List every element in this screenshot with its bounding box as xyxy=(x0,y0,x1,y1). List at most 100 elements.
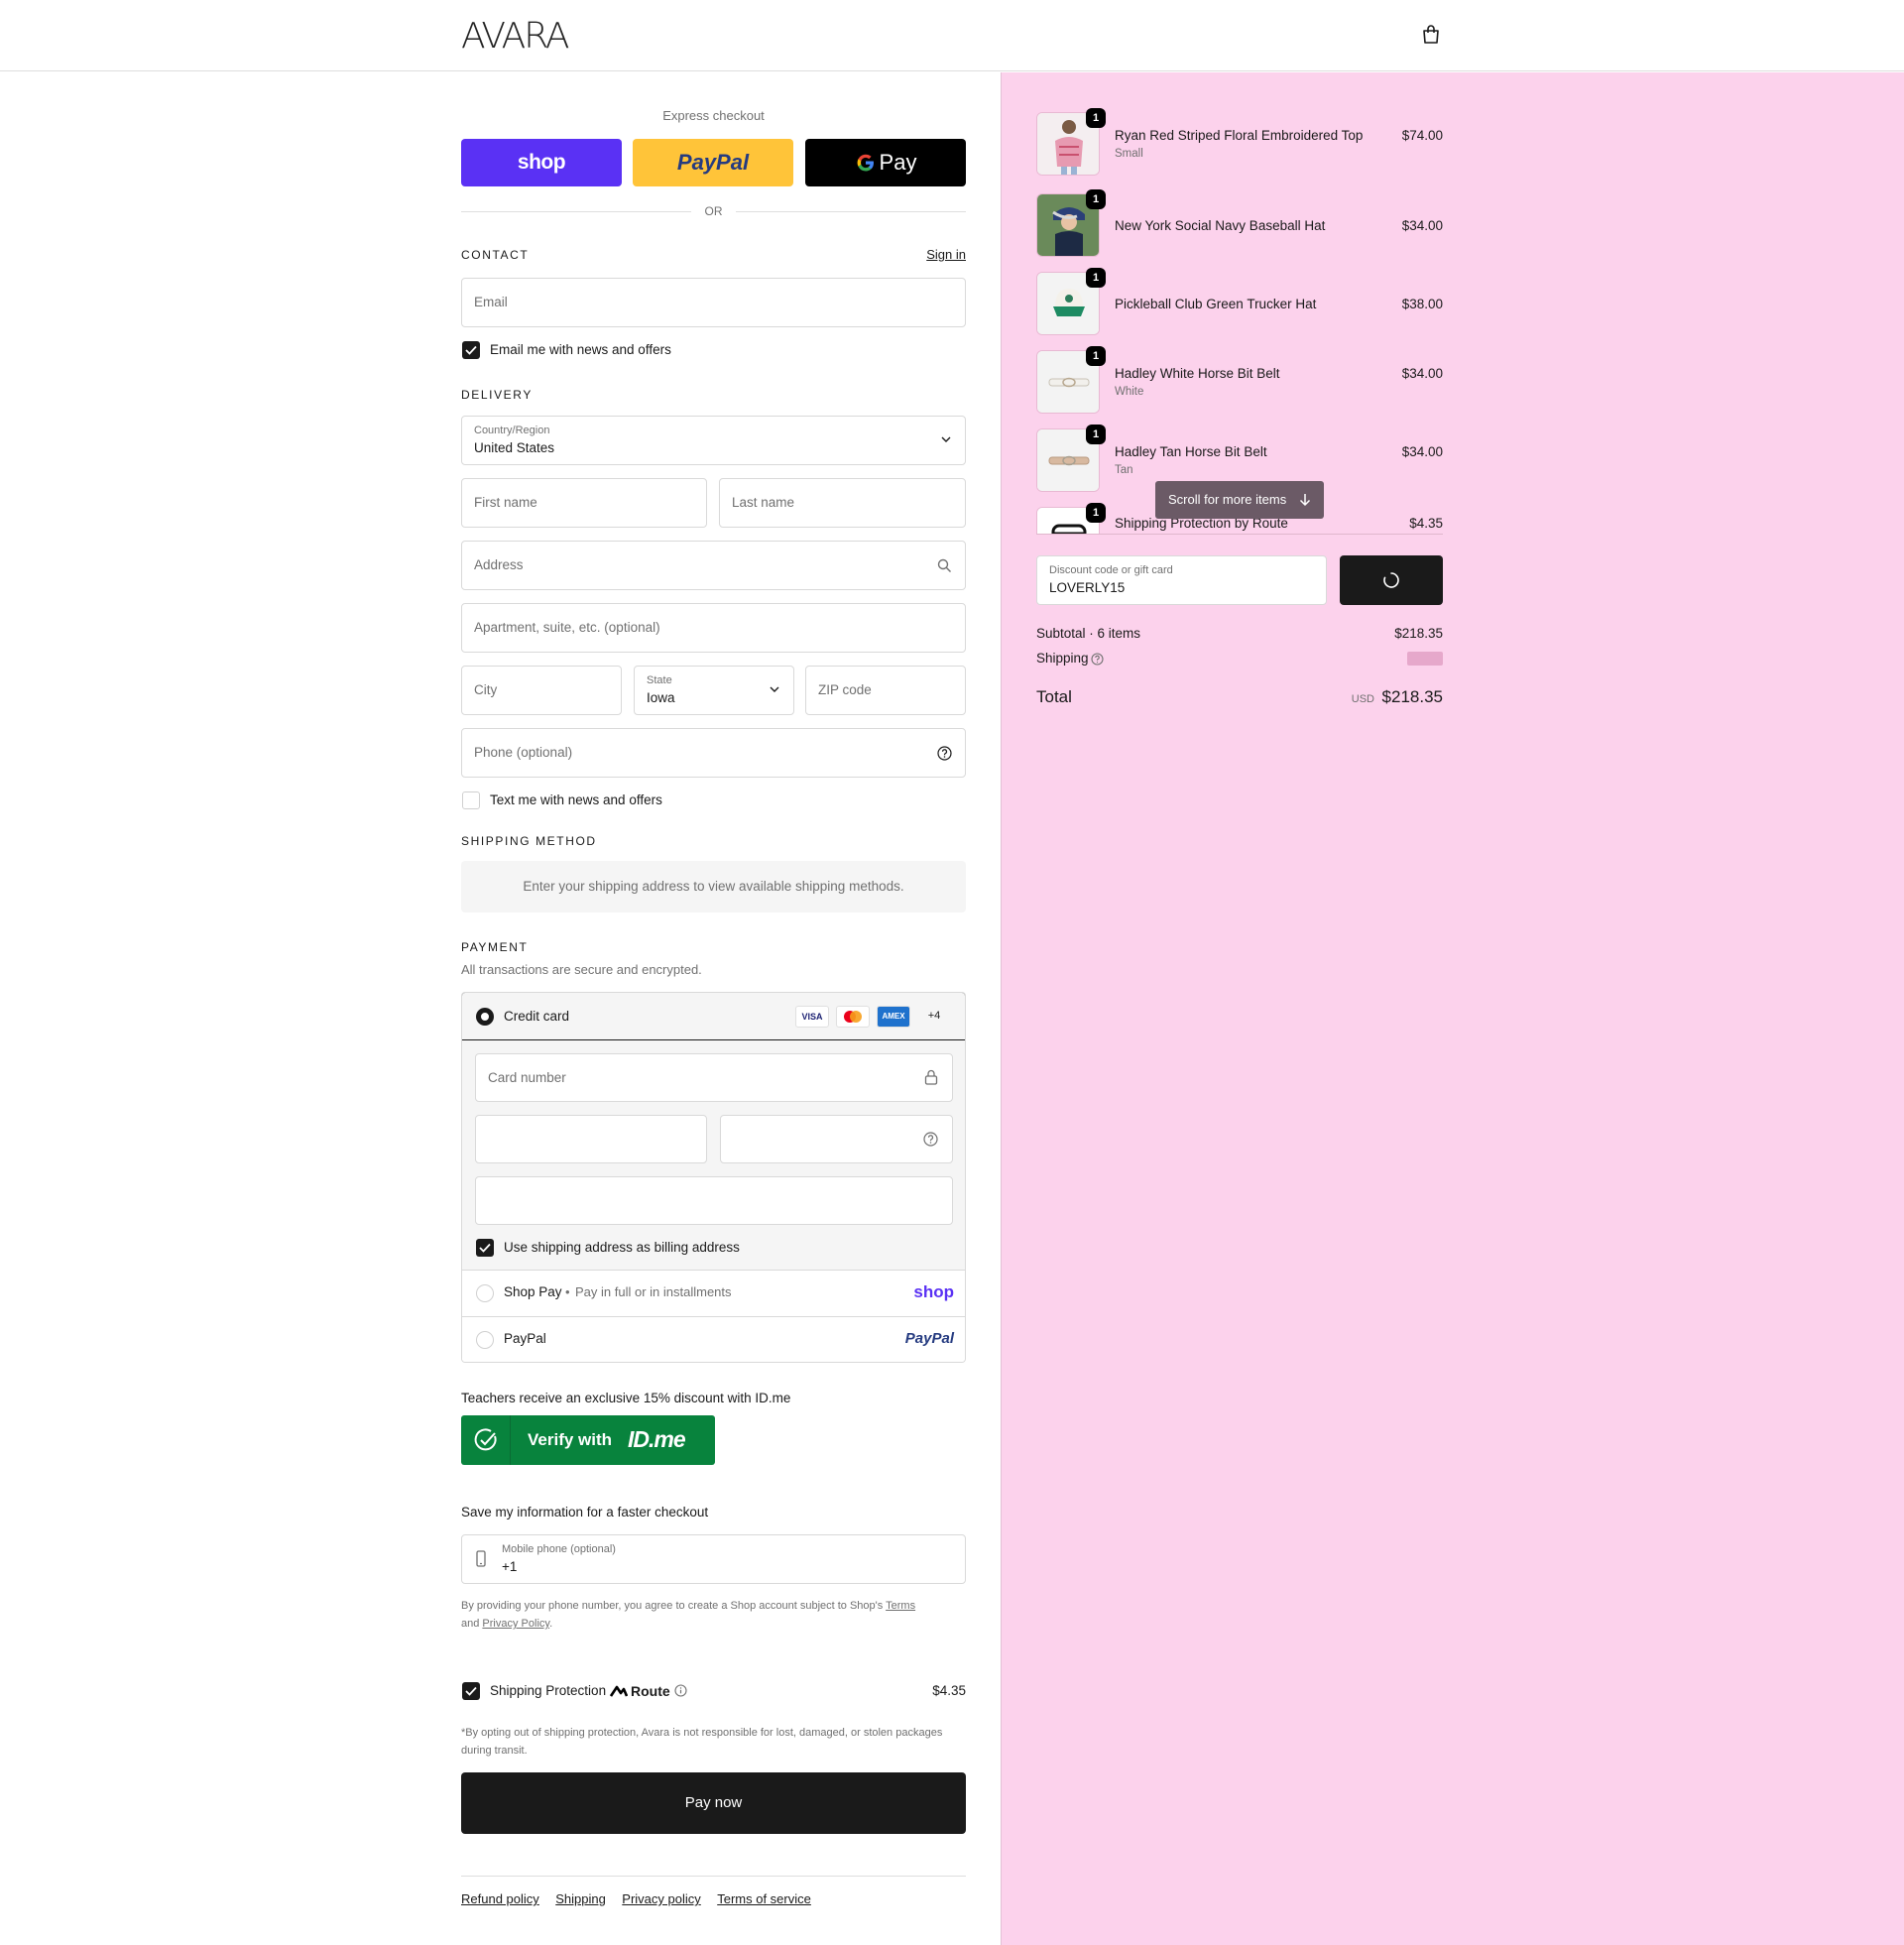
shop-pay-express-button[interactable]: shop xyxy=(461,139,622,186)
item-variant: Tan xyxy=(1115,464,1133,476)
discount-value: LOVERLY15 xyxy=(1049,580,1126,595)
expiration-date-field[interactable] xyxy=(475,1115,707,1163)
credit-card-label: Credit card xyxy=(504,1009,570,1024)
refund-policy-link[interactable]: Refund policy xyxy=(461,1891,539,1906)
credit-card-option[interactable]: Credit card VISA AMEX +4 xyxy=(462,993,965,1040)
route-brand: Route xyxy=(631,1683,670,1699)
item-name: Hadley White Horse Bit Belt xyxy=(1115,366,1280,381)
paypal-option[interactable]: PayPal PayPal xyxy=(462,1316,965,1362)
discount-code-field[interactable]: Discount code or gift card LOVERLY15 xyxy=(1036,555,1327,605)
terms-link[interactable]: Terms xyxy=(886,1600,915,1612)
scroll-for-more-button[interactable]: Scroll for more items xyxy=(1155,481,1324,519)
verify-with-label: Verify with xyxy=(528,1430,613,1449)
shipping-protection-note: *By opting out of shipping protection, A… xyxy=(461,1727,943,1757)
sign-in-link[interactable]: Sign in xyxy=(926,247,966,262)
paypal-express-button[interactable]: PayPal xyxy=(633,139,793,186)
paypal-label: PayPal xyxy=(504,1331,546,1346)
country-select[interactable]: Country/Region United States xyxy=(461,416,966,465)
mobile-phone-label: Mobile phone (optional) xyxy=(502,1543,616,1555)
scroll-label: Scroll for more items xyxy=(1168,492,1287,507)
delivery-heading: Delivery xyxy=(461,388,533,402)
shop-pay-label: Shop Pay xyxy=(504,1284,562,1299)
help-circle-icon[interactable] xyxy=(923,1132,938,1147)
apartment-field[interactable]: Apartment, suite, etc. (optional) xyxy=(461,603,966,653)
shipping-link[interactable]: Shipping xyxy=(555,1891,606,1906)
list-item: 1 New York Social Navy Baseball Hat $34.… xyxy=(1036,189,1443,263)
quantity-badge: 1 xyxy=(1086,189,1106,209)
shop-pay-option[interactable]: Shop Pay • Pay in full or in installment… xyxy=(462,1270,965,1316)
shipping-loading-placeholder xyxy=(1407,652,1443,666)
first-name-field[interactable]: First name xyxy=(461,478,707,528)
shipping-protection-label: Shipping Protection xyxy=(490,1683,607,1698)
payment-methods: Credit card VISA AMEX +4 Card number Use… xyxy=(461,992,966,1363)
pay-now-button[interactable]: Pay now xyxy=(461,1772,966,1834)
total-label: Total xyxy=(1036,687,1072,706)
contact-heading: Contact xyxy=(461,248,530,262)
google-g-icon xyxy=(857,154,874,172)
verify-idme-button[interactable]: Verify with ID.me xyxy=(461,1415,715,1465)
list-item: 1 Pickleball Club Green Trucker Hat $38.… xyxy=(1036,268,1443,341)
payment-subtitle: All transactions are secure and encrypte… xyxy=(461,962,702,977)
payment-heading: Payment xyxy=(461,940,529,954)
country-value: United States xyxy=(474,440,555,455)
card-number-field[interactable]: Card number xyxy=(475,1053,953,1102)
or-divider: OR xyxy=(461,203,966,219)
paypal-radio[interactable] xyxy=(476,1331,494,1349)
quantity-badge: 1 xyxy=(1086,346,1106,366)
legal-prefix: By providing your phone number, you agre… xyxy=(461,1600,884,1612)
privacy-policy-footer-link[interactable]: Privacy policy xyxy=(622,1891,700,1906)
google-pay-label: Pay xyxy=(879,150,917,175)
google-pay-button[interactable]: Pay xyxy=(805,139,966,186)
footer-links: Refund policy Shipping Privacy policy Te… xyxy=(461,1876,966,1908)
arrow-down-icon xyxy=(1299,494,1311,507)
phone-field[interactable]: Phone (optional) xyxy=(461,728,966,778)
dot-separator: • xyxy=(565,1284,570,1299)
city-placeholder: City xyxy=(474,682,498,697)
email-news-checkbox[interactable] xyxy=(462,341,480,359)
shipping-protection-checkbox[interactable] xyxy=(462,1682,480,1700)
brand-logo[interactable]: AVARA xyxy=(461,16,569,57)
apply-discount-button[interactable] xyxy=(1340,555,1443,605)
terms-of-service-link[interactable]: Terms of service xyxy=(717,1891,811,1906)
address-placeholder: Address xyxy=(474,557,524,572)
search-icon xyxy=(937,558,951,572)
idme-check-area xyxy=(461,1415,511,1465)
chevron-down-icon xyxy=(941,436,951,442)
last-name-placeholder: Last name xyxy=(732,495,795,510)
billing-address-checkbox[interactable] xyxy=(476,1239,494,1257)
shop-pay-radio[interactable] xyxy=(476,1284,494,1302)
last-name-field[interactable]: Last name xyxy=(719,478,966,528)
privacy-policy-link[interactable]: Privacy Policy xyxy=(482,1618,549,1630)
email-placeholder: Email xyxy=(474,295,508,309)
billing-address-label: Use shipping address as billing address xyxy=(504,1240,740,1255)
info-icon[interactable] xyxy=(674,1684,687,1697)
address-field[interactable]: Address xyxy=(461,541,966,590)
zip-field[interactable]: ZIP code xyxy=(805,666,966,715)
item-price: $34.00 xyxy=(1401,366,1443,381)
item-price: $38.00 xyxy=(1401,297,1443,311)
mobile-phone-field[interactable]: Mobile phone (optional) +1 xyxy=(461,1534,966,1584)
zip-placeholder: ZIP code xyxy=(818,682,872,697)
item-variant: Small xyxy=(1115,148,1143,160)
route-logo-icon xyxy=(610,1685,628,1697)
item-price: $34.00 xyxy=(1401,444,1443,459)
item-price: $34.00 xyxy=(1401,218,1443,233)
help-circle-icon[interactable] xyxy=(937,746,952,761)
lock-icon xyxy=(924,1069,938,1085)
email-field[interactable]: Email xyxy=(461,278,966,327)
shopping-bag-icon[interactable] xyxy=(1420,24,1442,46)
name-on-card-field[interactable] xyxy=(475,1176,953,1225)
text-news-checkbox[interactable] xyxy=(462,791,480,809)
state-select[interactable]: State Iowa xyxy=(634,666,794,715)
item-name: Ryan Red Striped Floral Embroidered Top xyxy=(1115,128,1364,143)
shop-pay-logo: shop xyxy=(913,1282,954,1301)
credit-card-radio[interactable] xyxy=(476,1008,494,1026)
item-price: $74.00 xyxy=(1401,128,1443,143)
discount-label: Discount code or gift card xyxy=(1049,564,1173,576)
save-info-heading: Save my information for a faster checkou… xyxy=(461,1505,709,1520)
city-field[interactable]: City xyxy=(461,666,622,715)
help-circle-icon[interactable] xyxy=(1091,653,1104,666)
security-code-field[interactable] xyxy=(720,1115,953,1163)
check-circle-icon xyxy=(474,1428,497,1451)
text-news-label: Text me with news and offers xyxy=(490,792,662,807)
